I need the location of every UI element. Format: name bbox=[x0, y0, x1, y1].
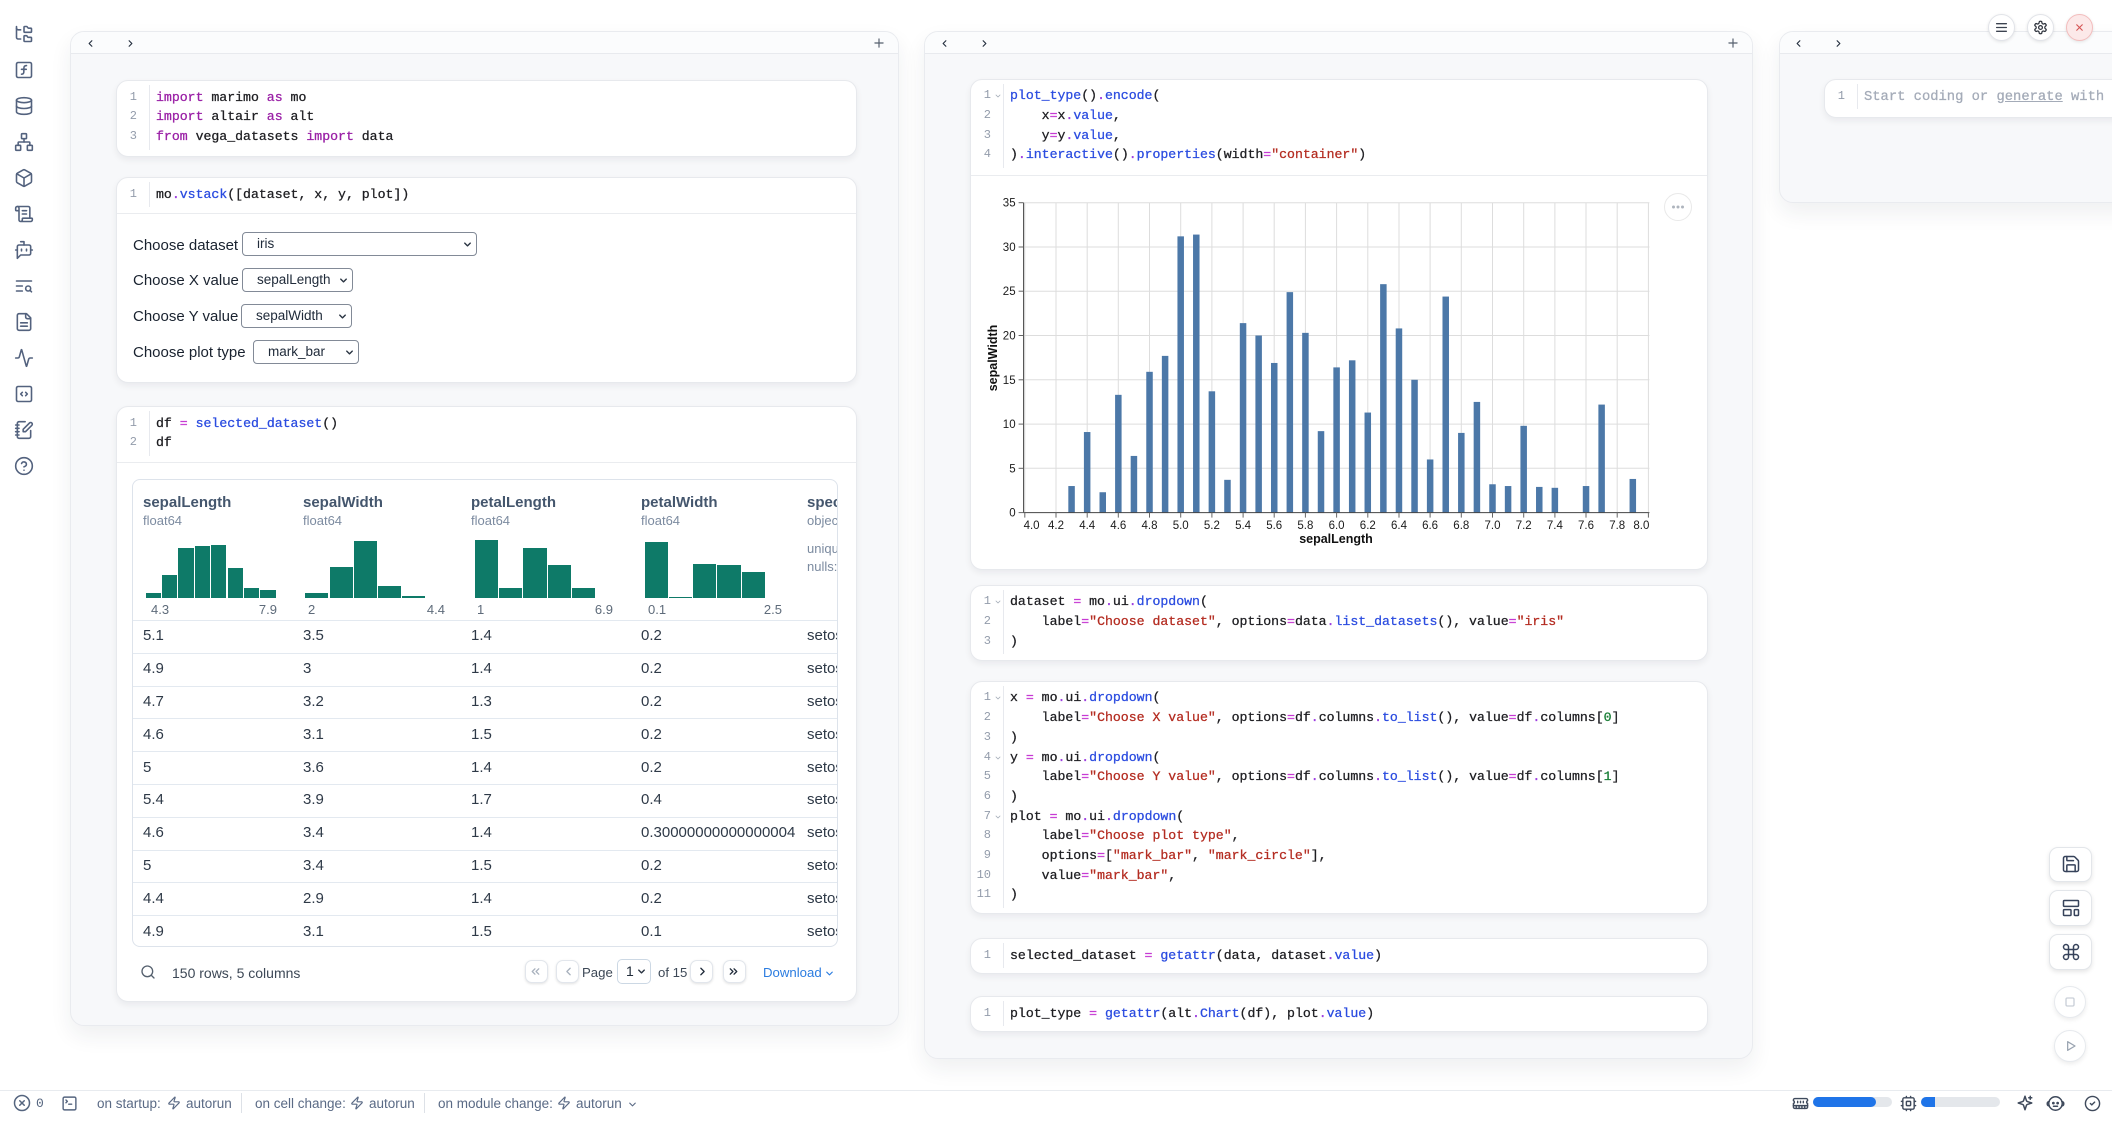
svg-text:10: 10 bbox=[1003, 419, 1016, 431]
svg-text:6.8: 6.8 bbox=[1453, 520, 1469, 532]
svg-text:6.4: 6.4 bbox=[1391, 520, 1408, 532]
svg-text:5.2: 5.2 bbox=[1204, 520, 1220, 532]
svg-text:sepalLength: sepalLength bbox=[1299, 532, 1373, 546]
svg-text:4.2: 4.2 bbox=[1048, 520, 1064, 532]
svg-text:15: 15 bbox=[1003, 375, 1016, 387]
svg-text:sepalWidth: sepalWidth bbox=[986, 325, 1000, 392]
svg-text:4.0: 4.0 bbox=[1024, 520, 1040, 532]
svg-text:5.4: 5.4 bbox=[1235, 520, 1252, 532]
svg-text:7.8: 7.8 bbox=[1609, 520, 1625, 532]
svg-text:30: 30 bbox=[1003, 242, 1016, 254]
svg-text:6.6: 6.6 bbox=[1422, 520, 1438, 532]
svg-text:4.6: 4.6 bbox=[1110, 520, 1126, 532]
svg-text:5.0: 5.0 bbox=[1173, 520, 1189, 532]
svg-text:25: 25 bbox=[1003, 286, 1016, 298]
svg-text:7.2: 7.2 bbox=[1516, 520, 1532, 532]
svg-text:0: 0 bbox=[1009, 508, 1015, 520]
svg-text:20: 20 bbox=[1003, 331, 1016, 343]
svg-text:4.4: 4.4 bbox=[1079, 520, 1096, 532]
svg-text:7.6: 7.6 bbox=[1578, 520, 1594, 532]
svg-text:7.4: 7.4 bbox=[1547, 520, 1564, 532]
svg-text:6.2: 6.2 bbox=[1360, 520, 1376, 532]
svg-text:5.6: 5.6 bbox=[1266, 520, 1282, 532]
svg-text:4.8: 4.8 bbox=[1142, 520, 1158, 532]
svg-text:35: 35 bbox=[1003, 198, 1016, 210]
svg-text:5.8: 5.8 bbox=[1297, 520, 1313, 532]
svg-text:5: 5 bbox=[1009, 463, 1015, 475]
svg-text:6.0: 6.0 bbox=[1329, 520, 1345, 532]
svg-text:7.0: 7.0 bbox=[1485, 520, 1501, 532]
svg-text:8.0: 8.0 bbox=[1633, 520, 1649, 532]
